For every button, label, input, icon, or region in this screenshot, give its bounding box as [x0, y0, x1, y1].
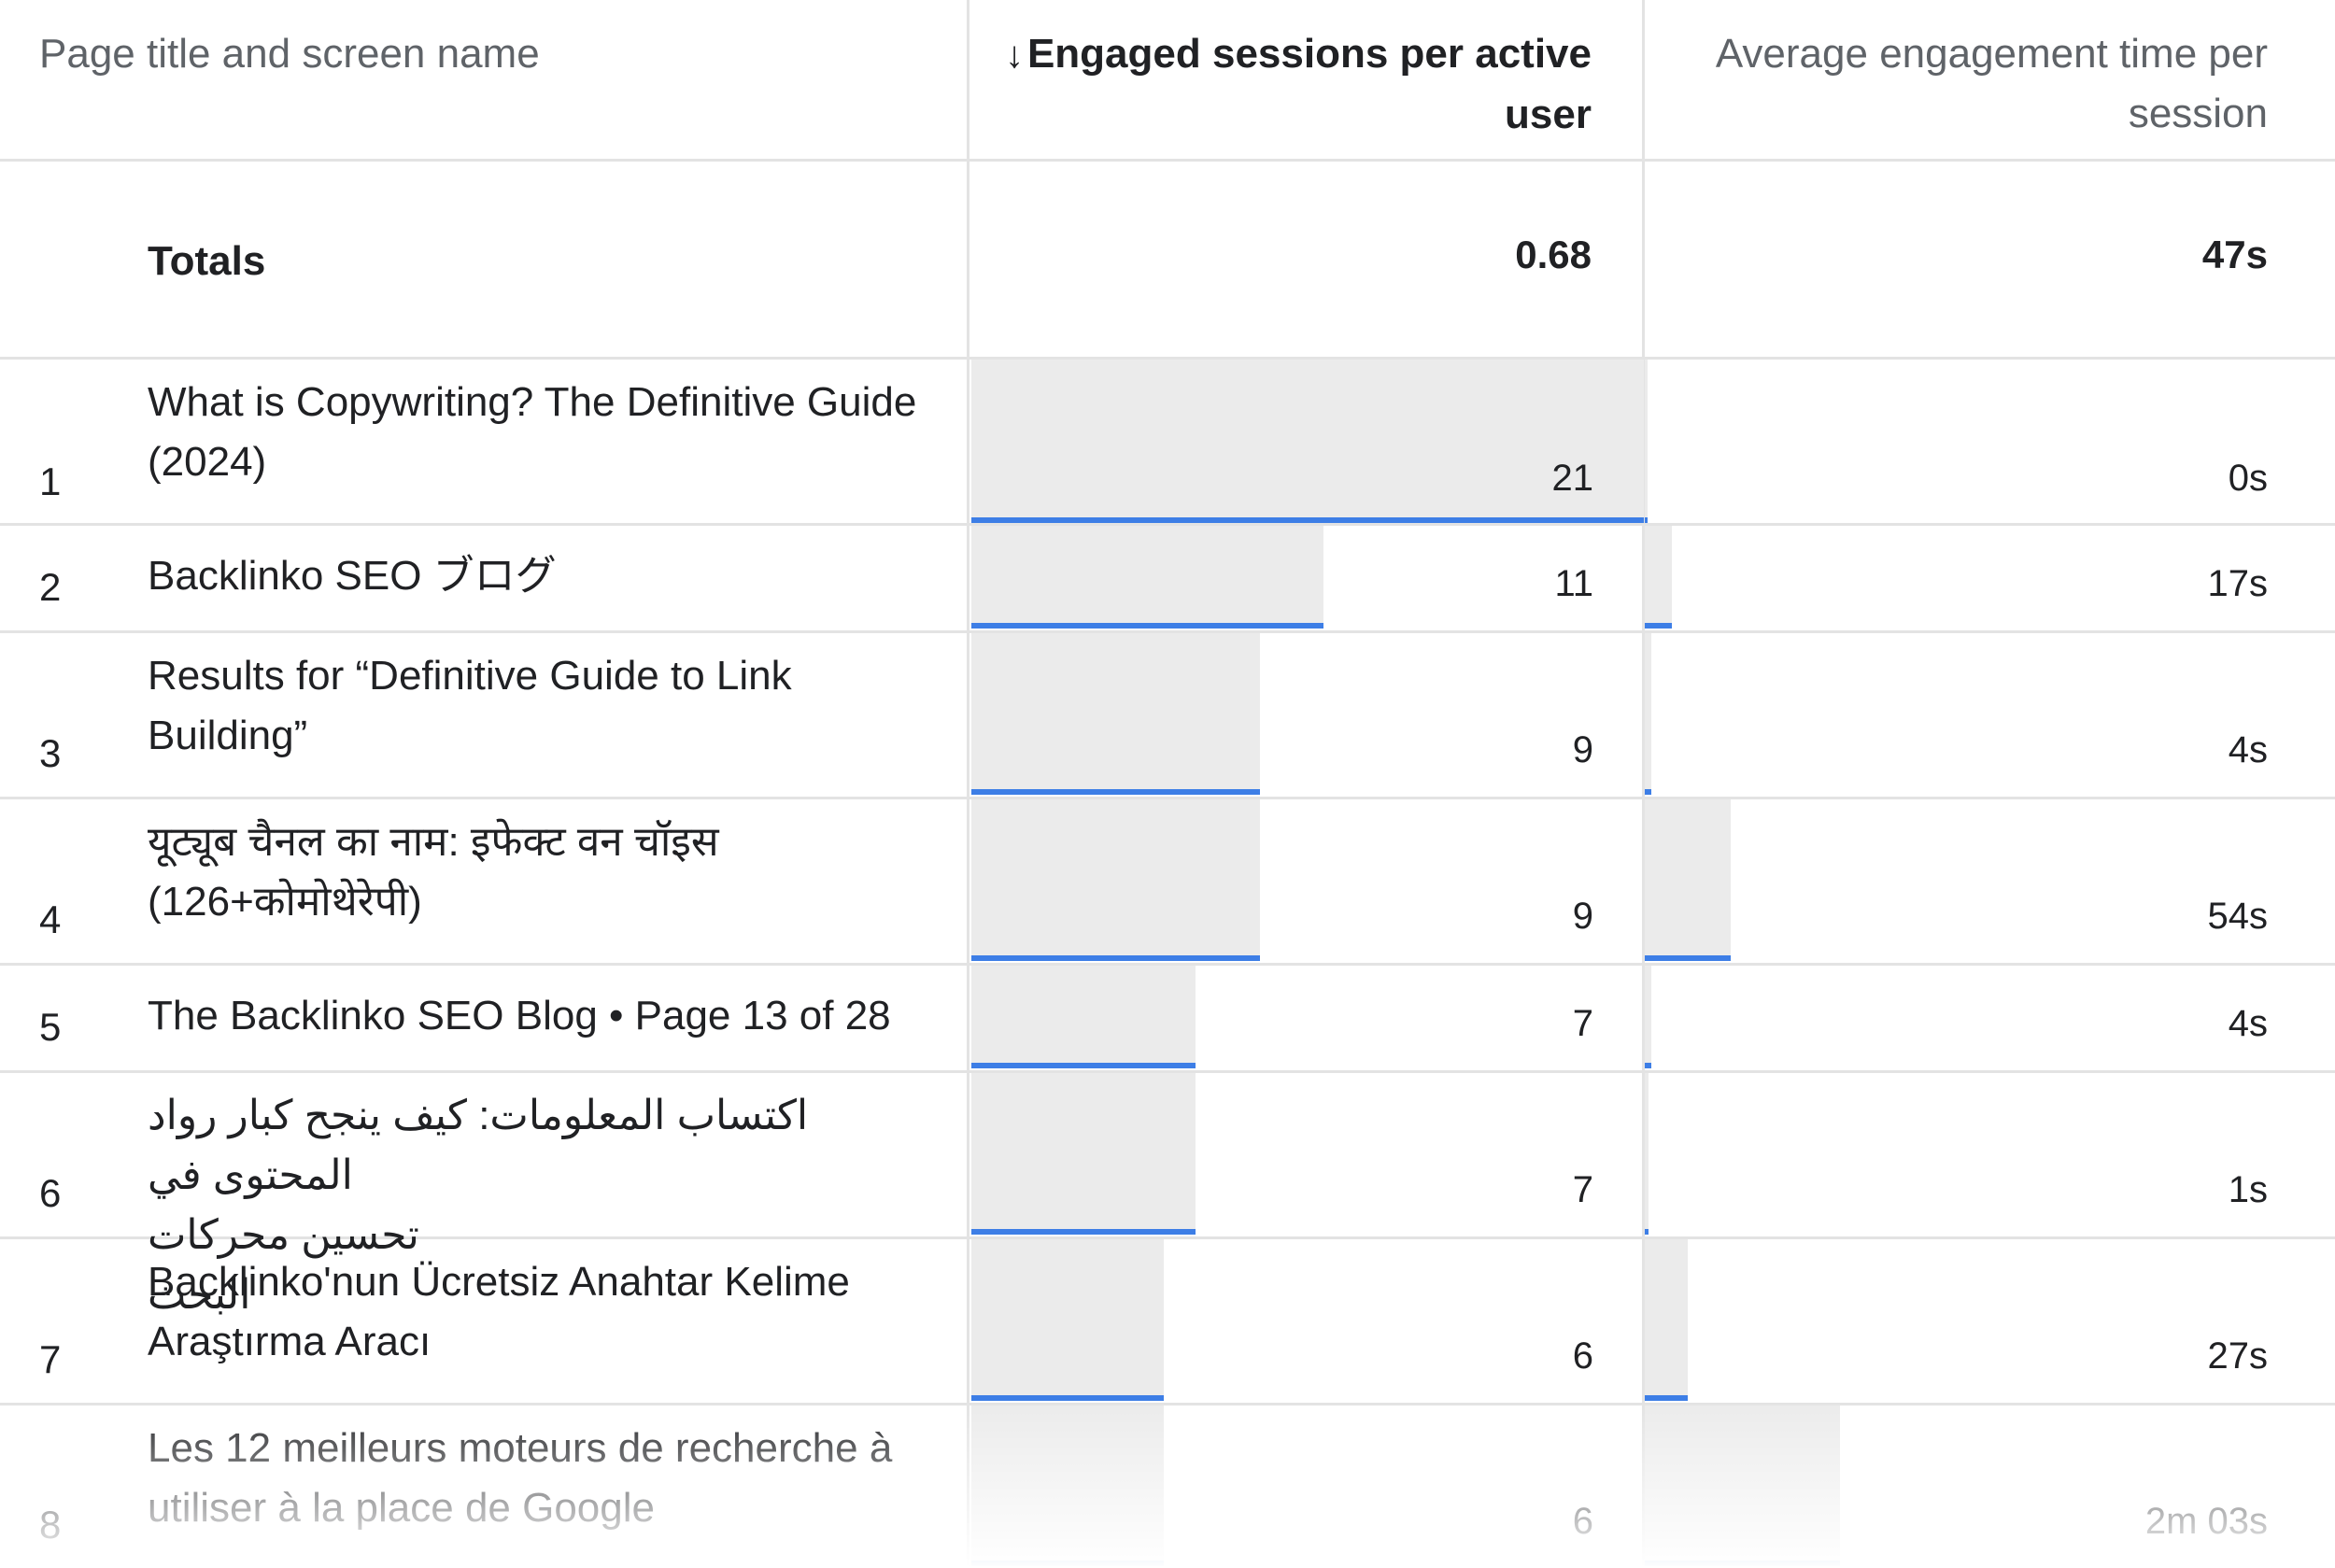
page-title-line: What is Copywriting? The Definitive Guid…: [148, 379, 917, 425]
avg-engagement-value: 17s: [2207, 563, 2269, 604]
row-rank: 4: [39, 897, 62, 941]
page-title-line: Backlinko'nun Ücretsiz Anahtar Kelime: [148, 1259, 850, 1305]
engaged-sessions-value: 11: [1554, 563, 1593, 604]
engaged-sessions-bar: [971, 1073, 1196, 1231]
totals-engaged-sessions: 0.68: [1515, 233, 1592, 276]
table-row[interactable]: 3 Results for “Definitive Guide to Link Bu…: [0, 633, 2335, 797]
avg-engagement-bar-line: [1645, 1229, 1649, 1235]
page-title-line: اكتساب المعلومات: كيف ينجح كبار رواد الم…: [148, 1093, 809, 1198]
engaged-sessions-value: 6: [1572, 1335, 1593, 1377]
avg-engagement-bar: [1645, 799, 1731, 957]
page-title-link[interactable]: Backlinko'nun Ücretsiz Anahtar Kelime Ara…: [148, 1252, 951, 1372]
totals-row: Totals 0.68 47s: [0, 162, 2335, 357]
row-rank: 7: [39, 1337, 62, 1381]
row-rank: 8: [39, 1503, 62, 1547]
engaged-sessions-bar-line: [971, 1561, 1164, 1566]
sort-descending-icon: ↓: [1004, 35, 1024, 76]
page-title-link[interactable]: Backlinko SEO ブログ: [148, 546, 951, 606]
avg-engagement-bar: [1645, 966, 1651, 1065]
engaged-sessions-value: 7: [1572, 1003, 1593, 1044]
row-rank: 3: [39, 731, 62, 775]
column-header-engaged-sessions[interactable]: ↓Engaged sessions per active user: [969, 24, 1592, 183]
column-header-label: Page title and screen name: [39, 31, 540, 77]
page-title-link[interactable]: What is Copywriting? The Definitive Guid…: [148, 373, 951, 492]
avg-engagement-value: 1s: [2228, 1169, 2268, 1210]
row-rank: 1: [39, 459, 62, 503]
column-header-label: Engaged sessions per active: [1026, 31, 1592, 77]
engaged-sessions-bar-line: [971, 1229, 1196, 1235]
page-title-link[interactable]: यूट्यूब चैनल का नाम: इफेक्ट वन चॉइस (126+…: [148, 812, 951, 932]
engaged-sessions-bar: [971, 526, 1323, 625]
avg-engagement-bar: [1645, 526, 1672, 625]
avg-engagement-bar-line: [1645, 1561, 1840, 1566]
table-row[interactable]: 7 Backlinko'nun Ücretsiz Anahtar Kelime Ar…: [0, 1239, 2335, 1403]
report-table: Page title and screen name ↓Engaged sess…: [0, 0, 2335, 1568]
column-header-label: session: [2128, 91, 2268, 136]
totals-label: Totals: [148, 238, 266, 284]
avg-engagement-value: 4s: [2228, 1003, 2268, 1044]
page-title-line: Results for “Definitive Guide to Link: [148, 653, 792, 699]
avg-engagement-bar-line: [1645, 1063, 1651, 1068]
avg-engagement-bar-line: [1645, 955, 1731, 961]
avg-engagement-bar: [1645, 633, 1651, 791]
engaged-sessions-bar-line: [971, 1395, 1164, 1401]
page-title-line: The Backlinko SEO Blog • Page 13 of 28: [148, 993, 891, 1038]
engaged-sessions-bar: [971, 360, 1644, 519]
engaged-sessions-value: 9: [1572, 729, 1593, 770]
totals-avg-engagement: 47s: [2201, 233, 2268, 276]
table-row[interactable]: 2 Backlinko SEO ブログ 11 17s: [0, 526, 2335, 630]
table-row[interactable]: 6 اكتساب المعلومات: كيف ينجح كبار رواد ال…: [0, 1073, 2335, 1318]
avg-engagement-value: 4s: [2228, 729, 2268, 770]
page-title-line: (2024): [148, 439, 267, 485]
engaged-sessions-value: 7: [1572, 1169, 1593, 1210]
engaged-sessions-bar: [971, 966, 1196, 1065]
table-row[interactable]: 1 What is Copywriting? The Definitive Gui…: [0, 360, 2335, 525]
engaged-sessions-bar-line: [971, 623, 1323, 629]
avg-engagement-bar: [1645, 1406, 1840, 1562]
engaged-sessions-bar: [971, 799, 1260, 957]
table-row[interactable]: 8 Les 12 meilleurs moteurs de recherche à…: [0, 1406, 2335, 1568]
avg-engagement-bar-line: [1645, 517, 1648, 523]
column-header-label: user: [1505, 92, 1592, 137]
avg-engagement-bar-line: [1645, 623, 1672, 629]
table-row[interactable]: 4 यूट्यूब चैनल का नाम: इफेक्ट वन चॉइस (126…: [0, 799, 2335, 963]
row-rank: 2: [39, 565, 62, 609]
page-title-link[interactable]: The Backlinko SEO Blog • Page 13 of 28: [148, 986, 951, 1046]
engaged-sessions-bar: [971, 1406, 1164, 1562]
avg-engagement-bar: [1645, 360, 1648, 519]
page-title-link[interactable]: Results for “Definitive Guide to Link Bui…: [148, 646, 951, 766]
page-title-line: Araştırma Aracı: [148, 1319, 432, 1364]
page-title-line: Building”: [148, 713, 308, 758]
engaged-sessions-bar-line: [971, 955, 1260, 961]
avg-engagement-bar: [1645, 1239, 1688, 1397]
engaged-sessions-bar: [971, 1239, 1164, 1397]
page-title-line: Les 12 meilleurs moteurs de recherche à: [148, 1425, 893, 1471]
avg-engagement-value: 27s: [2207, 1335, 2269, 1377]
engaged-sessions-value: 9: [1572, 896, 1593, 937]
column-header-label: Average engagement time per: [1715, 31, 2268, 77]
page-title-line: यूट्यूब चैनल का नाम: इफेक्ट वन चॉइस: [148, 819, 719, 865]
avg-engagement-bar: [1645, 1073, 1649, 1231]
engaged-sessions-bar-line: [971, 789, 1260, 795]
engaged-sessions-value: 6: [1572, 1501, 1593, 1542]
avg-engagement-bar-line: [1645, 1395, 1688, 1401]
avg-engagement-value: 54s: [2207, 896, 2269, 937]
page-title-link[interactable]: Les 12 meilleurs moteurs de recherche à u…: [148, 1419, 951, 1538]
page-title-line: (126+कोमोथेरेपी): [148, 879, 422, 925]
avg-engagement-value: 0s: [2228, 458, 2268, 499]
avg-engagement-value: 2m 03s: [2144, 1501, 2268, 1542]
page-title-line: Backlinko SEO ブログ: [148, 553, 557, 599]
row-rank: 5: [39, 1005, 62, 1049]
column-header-page-title[interactable]: Page title and screen name: [39, 24, 540, 183]
row-rank: 6: [39, 1171, 62, 1215]
avg-engagement-bar-line: [1645, 789, 1651, 795]
table-row[interactable]: 5 The Backlinko SEO Blog • Page 13 of 28 7…: [0, 966, 2335, 1070]
engaged-sessions-bar-line: [971, 1063, 1196, 1068]
engaged-sessions-bar-line: [971, 517, 1644, 523]
column-header-avg-engagement[interactable]: Average engagement time per session: [1645, 24, 2268, 183]
page-title-line: utiliser à la place de Google: [148, 1485, 655, 1531]
engaged-sessions-bar: [971, 633, 1260, 791]
engaged-sessions-value: 21: [1551, 458, 1594, 499]
